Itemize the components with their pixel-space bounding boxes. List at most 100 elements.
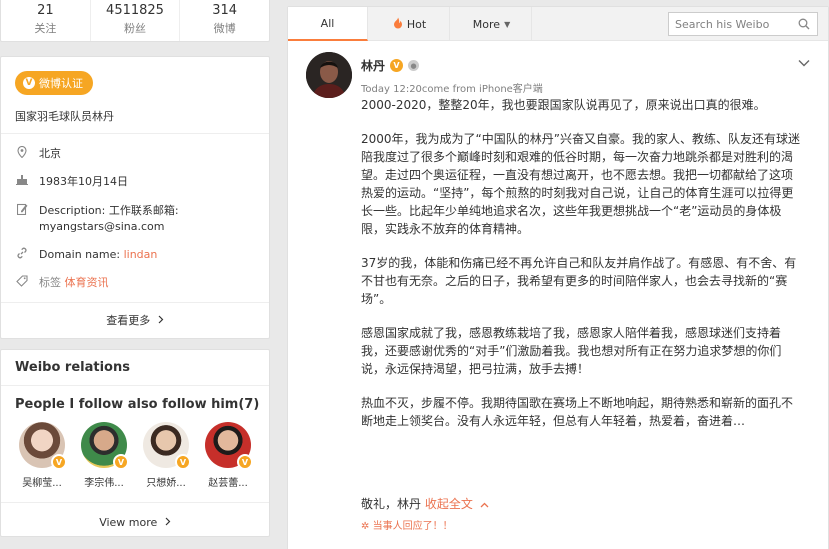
avatar[interactable]: V — [81, 422, 129, 470]
verified-icon: V — [51, 454, 67, 470]
tag-label: 标签 — [39, 276, 61, 289]
relation-person[interactable]: V 赵芸蕾... — [197, 422, 259, 489]
tab-hot-label: Hot — [406, 17, 427, 31]
view-more-label: View more — [99, 516, 158, 529]
stat-label: 关注 — [34, 22, 57, 35]
location-row: 北京 — [15, 145, 259, 162]
relation-name[interactable]: 吴柳莹... — [11, 474, 73, 489]
collapse-link[interactable]: 收起全文 — [425, 497, 489, 511]
post-paragraph: 37岁的我，体能和伤痛已经不再允许自己和队友并肩作战了。有感恩、有不舍、有不甘也… — [361, 256, 797, 306]
chevron-right-icon — [158, 314, 164, 327]
chevron-up-icon — [480, 497, 489, 511]
domain-row: Domain name: lindan — [15, 247, 259, 263]
feed-tabs: All Hot More ▼ — [288, 7, 828, 41]
avatar[interactable]: V — [205, 422, 253, 470]
stats-card: 21 关注 4511825 粉丝 314 微博 — [0, 0, 270, 42]
domain-link[interactable]: lindan — [124, 248, 158, 261]
collapse-label: 收起全文 — [424, 497, 473, 511]
tag-link[interactable]: 体育资讯 — [65, 276, 109, 289]
relation-person[interactable]: V 李宗伟... — [73, 422, 135, 489]
post-paragraph: 感恩国家成就了我，感恩教练栽培了我，感恩家人陪伴着我，感恩球迷们支持着我，还要感… — [361, 326, 782, 376]
link-icon — [15, 247, 29, 263]
relations-title: Weibo relations — [15, 360, 130, 375]
reply-label: 当事人回应了！！ — [372, 521, 453, 532]
view-more-relations-button[interactable]: View more — [1, 516, 269, 529]
verified-icon: V — [23, 77, 35, 89]
verified-icon: V — [390, 59, 404, 72]
stat-label: 粉丝 — [124, 22, 146, 35]
chevron-down-icon[interactable] — [798, 52, 810, 71]
avatar[interactable]: V — [143, 422, 191, 470]
sparkle-icon: ✲ — [361, 521, 370, 532]
weibo-search-box — [668, 12, 818, 36]
post-body: 2000-2020，整整20年，我也要跟国家队说再见了，原来说出口真的很难。 2… — [361, 96, 801, 446]
author-reply-link[interactable]: ✲ 当事人回应了！！ — [361, 517, 453, 532]
membership-icon[interactable]: ● — [408, 60, 420, 71]
domain-label: Domain name: — [39, 248, 121, 261]
verified-icon: V — [237, 454, 253, 470]
stat-followers[interactable]: 4511825 粉丝 — [91, 0, 181, 41]
author-name-row: 林丹 V ● — [361, 57, 420, 74]
verified-icon: V — [175, 454, 191, 470]
divider — [1, 133, 269, 134]
stat-following[interactable]: 21 关注 — [1, 0, 91, 41]
tag-icon — [15, 275, 29, 291]
post-paragraph: 2000年，我为成为了“中国队的林丹”兴奋又自豪。我的家人、教练、队友还有球迷陪… — [361, 132, 800, 236]
cake-icon — [15, 174, 29, 190]
relation-name[interactable]: 只想娇... — [135, 474, 197, 489]
relation-name[interactable]: 赵芸蕾... — [197, 474, 259, 489]
search-icon[interactable] — [793, 13, 815, 35]
author-avatar[interactable] — [306, 52, 352, 98]
stat-value: 314 — [212, 3, 238, 18]
verify-badge[interactable]: V 微博认证 — [15, 71, 93, 95]
tab-all[interactable]: All — [288, 7, 368, 41]
verify-label: 微博认证 — [39, 77, 83, 90]
author-name[interactable]: 林丹 — [361, 57, 385, 74]
relation-person[interactable]: V 只想娇... — [135, 422, 197, 489]
fire-icon — [393, 17, 403, 32]
description-email: myangstars@sina.com — [39, 220, 165, 233]
description-label: Description: — [39, 204, 106, 217]
description-text: Description: 工作联系邮箱: myangstars@sina.com — [39, 203, 179, 235]
domain-text: Domain name: lindan — [39, 247, 157, 263]
post-timestamp[interactable]: Today 12:20come from iPhone客户端 — [361, 80, 543, 95]
stat-label: 微博 — [213, 22, 236, 35]
divider — [1, 502, 269, 503]
chevron-right-icon — [165, 516, 171, 529]
triangle-down-icon: ▼ — [504, 19, 511, 29]
divider — [1, 385, 269, 386]
divider — [1, 302, 269, 303]
relations-avatar-list: V 吴柳莹... V 李宗伟... V 只想娇... V 赵芸蕾... — [11, 422, 259, 489]
verified-icon: V — [113, 454, 129, 470]
search-input[interactable] — [675, 14, 793, 34]
relation-name[interactable]: 李宗伟... — [73, 474, 135, 489]
location-text: 北京 — [39, 147, 61, 160]
description-value: 工作联系邮箱: — [108, 204, 179, 217]
birthday-text: 1983年10月14日 — [39, 175, 128, 188]
tag-row: 标签 体育资讯 — [15, 275, 259, 291]
tab-hot[interactable]: Hot — [370, 7, 450, 41]
stat-posts[interactable]: 314 微博 — [180, 0, 269, 41]
tab-more-label: More — [472, 17, 501, 31]
tab-more[interactable]: More ▼ — [452, 7, 532, 41]
view-more-info-button[interactable]: 查看更多 — [1, 312, 269, 328]
stat-value: 4511825 — [106, 3, 164, 18]
edit-icon — [15, 203, 29, 235]
view-more-label: 查看更多 — [106, 314, 151, 327]
tag-text: 标签 体育资讯 — [39, 275, 109, 291]
post-signature: 敬礼，林丹 — [361, 497, 422, 511]
avatar[interactable]: V — [19, 422, 67, 470]
weibo-feed: All Hot More ▼ 林丹 V ● — [287, 6, 829, 549]
bio-text: 国家羽毛球队员林丹 — [15, 110, 114, 123]
relations-subtitle[interactable]: People I follow also follow him(7) — [15, 397, 259, 412]
relation-person[interactable]: V 吴柳莹... — [11, 422, 73, 489]
profile-info-card: V 微博认证 国家羽毛球队员林丹 北京 1983年10月14日 Descript… — [0, 56, 270, 339]
description-row: Description: 工作联系邮箱: myangstars@sina.com — [15, 203, 259, 235]
weibo-relations-card: Weibo relations People I follow also fol… — [0, 349, 270, 537]
birthday-row: 1983年10月14日 — [15, 174, 259, 190]
post-paragraph: 热血不灭，步履不停。我期待国歌在赛场上不断地响起，期待熟悉和崭新的面孔不断地走上… — [361, 396, 794, 428]
post-sign-row: 敬礼，林丹 收起全文 — [361, 495, 489, 512]
post-paragraph: 2000-2020，整整20年，我也要跟国家队说再见了，原来说出口真的很难。 — [361, 98, 766, 112]
location-pin-icon — [15, 145, 29, 162]
stat-value: 21 — [37, 3, 54, 18]
